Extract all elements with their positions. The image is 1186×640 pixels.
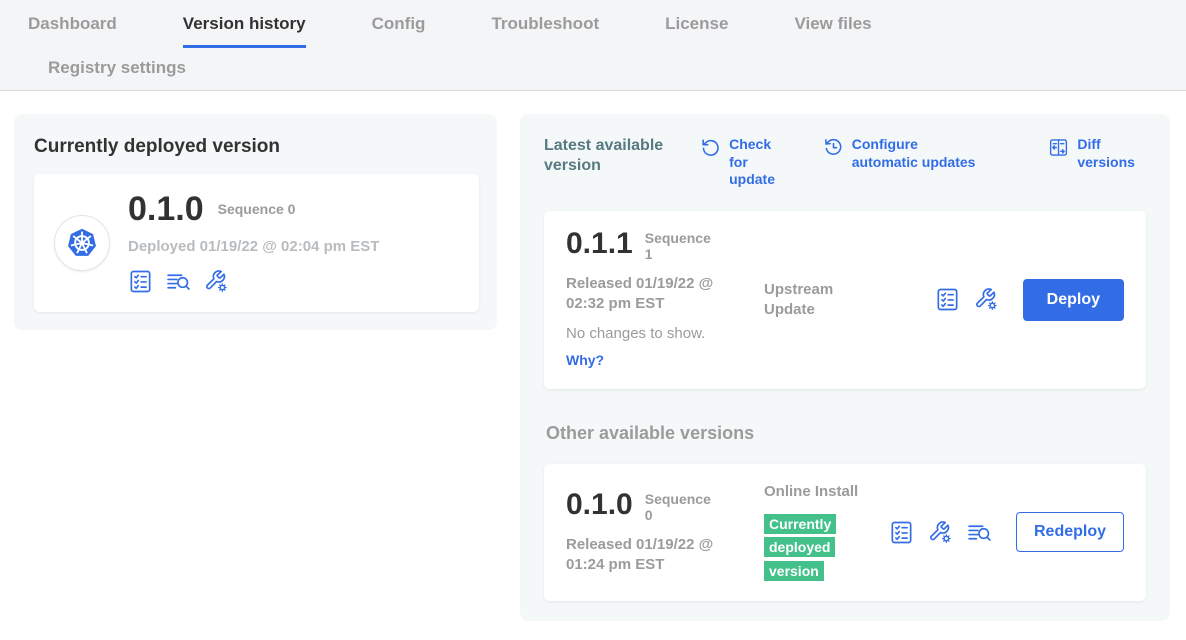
preflight-checks-icon[interactable]: [935, 287, 960, 312]
edit-config-icon[interactable]: [204, 269, 229, 294]
redeploy-button[interactable]: Redeploy: [1016, 512, 1124, 552]
diff-icon: [1048, 137, 1069, 158]
other-available-versions-heading: Other available versions: [546, 423, 1146, 444]
deploy-button[interactable]: Deploy: [1023, 279, 1124, 321]
check-for-update-label: Check for update: [729, 136, 787, 189]
edit-config-icon[interactable]: [974, 287, 999, 312]
deployed-sequence-label: Sequence 0: [218, 201, 296, 218]
why-link[interactable]: Why?: [566, 352, 604, 368]
top-nav: Dashboard Version history Config Trouble…: [0, 0, 1186, 91]
tab-view-files[interactable]: View files: [794, 14, 871, 48]
version-history-page: Currently deployed version 0.1.0 Sequenc…: [0, 91, 1186, 621]
release-notes-icon[interactable]: [967, 520, 992, 545]
currently-deployed-badge: Currently deployed version: [764, 514, 836, 581]
currently-deployed-version-card: 0.1.0 Sequence 0 Deployed 01/19/22 @ 02:…: [34, 174, 479, 312]
tab-registry-settings[interactable]: Registry settings: [48, 58, 186, 77]
preflight-checks-icon[interactable]: [889, 520, 914, 545]
deployed-timestamp: Deployed 01/19/22 @ 02:04 pm EST: [128, 238, 379, 255]
kubernetes-logo-icon: [64, 225, 100, 261]
nav-row-primary: Dashboard Version history Config Trouble…: [0, 14, 1186, 48]
nav-row-secondary: Registry settings: [0, 48, 1186, 90]
other-version-number: 0.1.0: [566, 490, 633, 520]
other-released-timestamp: Released 01/19/22 @ 01:24 pm EST: [566, 535, 746, 574]
latest-source-label: Upstream Update: [764, 280, 872, 319]
latest-version-number: 0.1.1: [566, 229, 633, 259]
diff-versions-label: Diff versions: [1077, 136, 1146, 171]
edit-config-icon[interactable]: [928, 520, 953, 545]
currently-deployed-panel: Currently deployed version 0.1.0 Sequenc…: [14, 114, 497, 330]
other-version-card: 0.1.0 Sequence 0 Released 01/19/22 @ 01:…: [544, 464, 1146, 601]
configure-automatic-updates-link[interactable]: Configure automatic updates: [823, 136, 977, 171]
deployed-version-number: 0.1.0: [128, 192, 204, 226]
no-changes-text: No changes to show.: [566, 325, 764, 342]
latest-available-title: Latest available version: [544, 136, 664, 176]
check-for-update-link[interactable]: Check for update: [700, 136, 787, 189]
refresh-icon: [700, 137, 721, 158]
tab-config[interactable]: Config: [372, 14, 426, 48]
preflight-checks-icon[interactable]: [128, 269, 153, 294]
currently-deployed-title: Currently deployed version: [34, 136, 479, 158]
other-sequence-label: Sequence 0: [645, 490, 711, 523]
app-logo: [54, 215, 110, 271]
other-source-label: Online Install: [764, 482, 872, 502]
schedule-update-icon: [823, 137, 844, 158]
latest-released-timestamp: Released 01/19/22 @ 02:32 pm EST: [566, 274, 746, 313]
available-versions-panel: Latest available version Check for updat…: [520, 114, 1170, 621]
diff-versions-link[interactable]: Diff versions: [1048, 136, 1146, 171]
tab-troubleshoot[interactable]: Troubleshoot: [491, 14, 599, 48]
release-notes-icon[interactable]: [166, 269, 191, 294]
latest-sequence-label: Sequence 1: [645, 229, 711, 262]
tab-version-history[interactable]: Version history: [183, 14, 306, 48]
tab-license[interactable]: License: [665, 14, 728, 48]
latest-version-card: 0.1.1 Sequence 1 Released 01/19/22 @ 02:…: [544, 211, 1146, 389]
configure-automatic-updates-label: Configure automatic updates: [852, 136, 977, 171]
currently-deployed-badge-wrap: Currently deployed version: [764, 513, 850, 583]
tab-dashboard[interactable]: Dashboard: [28, 14, 117, 48]
